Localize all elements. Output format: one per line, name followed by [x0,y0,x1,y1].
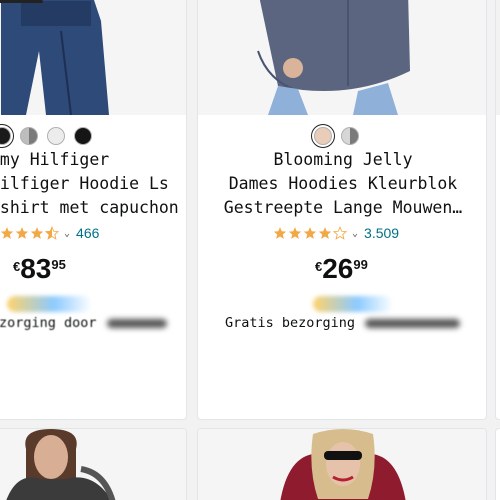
price-whole: 83 [20,253,52,284]
star-icon [15,227,29,239]
price-whole: 26 [322,253,354,284]
review-count[interactable]: 466 [76,225,99,241]
product-title[interactable]: Blooming Jelly Dames Hoodies Kleurblok G… [198,148,486,220]
prime-badge [7,296,92,312]
star-rating [0,226,60,240]
color-swatch-grey[interactable] [20,127,38,145]
star-icon [30,227,44,239]
product-image[interactable] [496,0,500,115]
price-fraction: 99 [353,257,368,272]
star-rating [273,226,348,240]
price-currency: € [13,259,21,274]
title-line: mmy Hilfiger [0,150,110,169]
prime-badge [313,296,393,312]
product-image[interactable] [0,0,186,115]
product-image[interactable] [198,0,486,115]
chevron-down-icon[interactable]: ⌄ [352,228,358,239]
star-empty-icon [333,226,347,240]
color-swatch-dark[interactable] [74,127,92,145]
product-card-blooming-jelly[interactable]: Blooming Jelly Dames Hoodies Kleurblok G… [197,0,487,420]
color-swatches [0,127,92,145]
review-count[interactable]: 3.509 [364,225,399,241]
delivery-date [365,318,461,328]
product-title[interactable]: mmy Hilfiger Hilfiger Hoodie Ls tshirt m… [0,148,179,220]
product-card-bottom-center[interactable] [197,428,487,500]
star-icon [288,227,302,239]
price-fraction: 95 [51,257,66,272]
price-currency: € [315,259,323,274]
color-swatch-beige[interactable] [314,127,332,145]
color-swatches [314,127,359,145]
delivery-info: zorging door [0,315,167,331]
star-half-icon [45,226,59,240]
title-line: tshirt met capuchon [0,198,179,217]
chevron-down-icon[interactable]: ⌄ [64,228,70,239]
star-icon [318,227,332,239]
product-image[interactable] [198,429,486,500]
color-swatch-grey[interactable] [341,127,359,145]
delivery-date [106,318,167,328]
price[interactable]: € 26 99 [315,254,368,284]
delivery-info: Gratis bezorging [225,315,461,331]
title-line: Blooming Jelly [273,150,413,169]
star-icon [273,227,287,239]
product-card-tommy-hilfiger[interactable]: mmy Hilfiger Hilfiger Hoodie Ls tshirt m… [0,0,187,420]
product-image[interactable] [0,429,186,500]
star-icon [303,227,317,239]
color-swatch-black[interactable] [0,127,11,145]
price[interactable]: € 83 95 [13,254,66,284]
delivery-text: Gratis bezorging [225,315,356,331]
rating-row[interactable]: ⌄ 3.509 [273,224,399,242]
color-swatch-white[interactable] [47,127,65,145]
product-card-bottom-left[interactable] [0,428,187,500]
rating-row[interactable]: ⌄ 466 [0,224,99,242]
title-line: Dames Hoodies Kleurblok [228,174,458,193]
product-card-partial[interactable] [495,0,500,420]
star-icon [0,227,14,239]
title-line: Gestreepte Lange Mouwen… [223,198,463,217]
title-line: Hilfiger Hoodie Ls [0,174,169,193]
delivery-text: zorging door [0,315,97,331]
product-card-partial[interactable] [495,428,500,500]
